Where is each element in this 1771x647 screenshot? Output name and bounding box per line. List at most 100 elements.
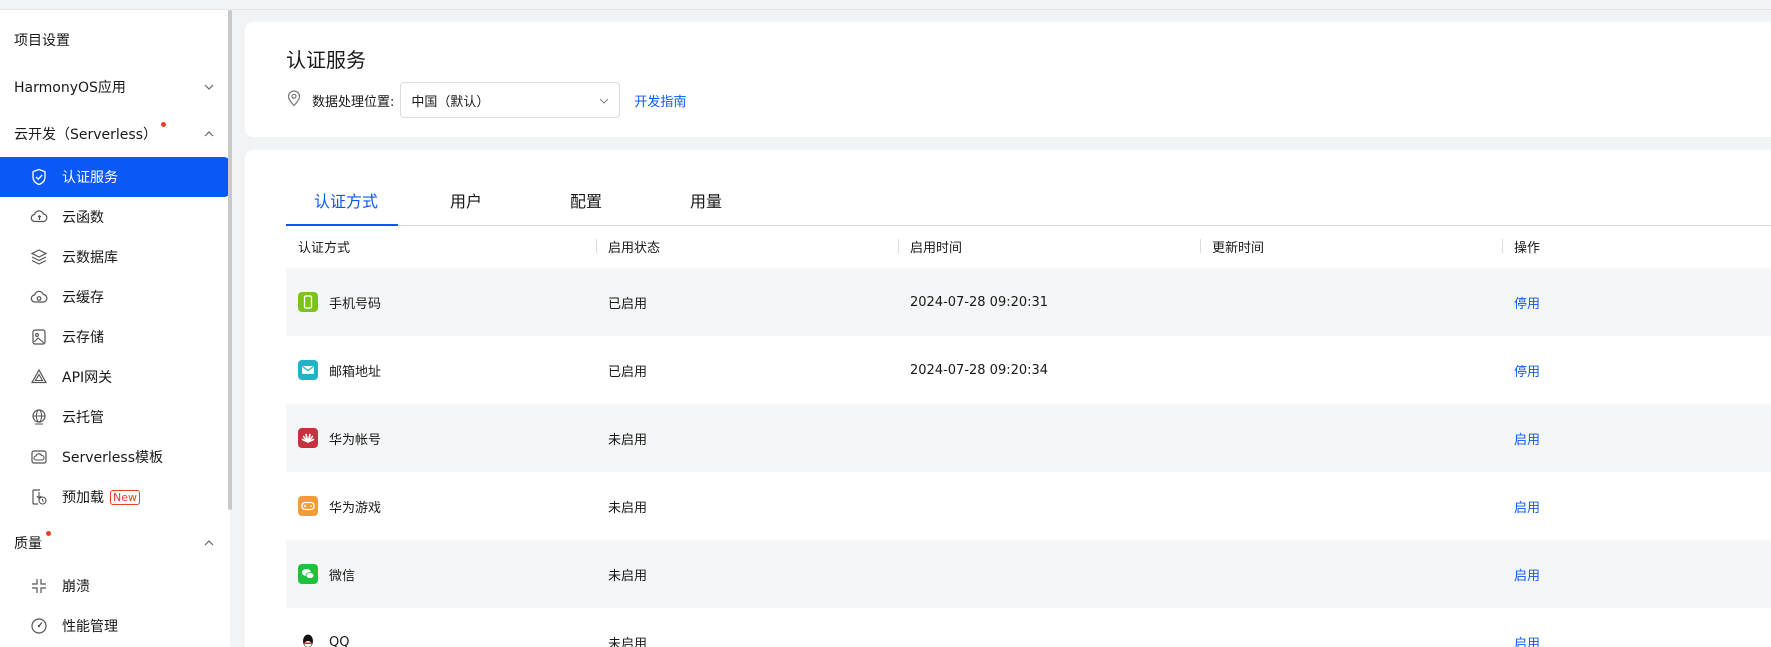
sidebar-item-label: 云缓存 <box>62 290 104 306</box>
location-row: 数据处理位置: 中国（默认） 开发指南 <box>286 82 686 118</box>
cloud-cache-icon <box>30 288 48 306</box>
cell-status: 已启用 <box>608 364 648 380</box>
sidebar-item-auth-service[interactable]: 认证服务 <box>0 157 230 197</box>
cell-status: 未启用 <box>608 500 648 516</box>
tab-users[interactable]: 用户 <box>406 182 526 225</box>
sidebar-item-cloud-function[interactable]: 云函数 <box>0 197 230 237</box>
table-row: QQ 未启用 启用 <box>286 608 1771 647</box>
chevron-up-icon <box>202 536 216 550</box>
column-header: 操作 <box>1502 237 1540 256</box>
tab-bar: 认证方式 用户 配置 用量 <box>286 182 1771 226</box>
action-enable-link[interactable]: 启用 <box>1502 497 1540 516</box>
sidebar-item-label: Serverless模板 <box>62 450 164 466</box>
cell-status: 未启用 <box>608 636 648 647</box>
new-badge: New <box>110 489 140 505</box>
chevron-down-icon <box>599 93 609 108</box>
top-strip <box>0 0 1771 10</box>
cell-enabled-time: 2024-07-28 09:20:34 <box>910 362 1049 378</box>
cell-method: 邮箱地址 <box>329 364 382 380</box>
sidebar-item-cloud-storage[interactable]: 云存储 <box>0 317 230 357</box>
column-header: 启用时间 <box>898 237 1200 256</box>
table-row: 微信 未启用 启用 <box>286 540 1771 608</box>
cell-method: 华为游戏 <box>329 500 382 516</box>
cloud-storage-icon <box>30 328 48 346</box>
sidebar-item-serverless-template[interactable]: Serverless模板 <box>0 437 230 477</box>
sidebar-item-api-gateway[interactable]: API网关 <box>0 357 230 397</box>
preload-icon <box>30 488 48 506</box>
cell-method: 手机号码 <box>329 296 382 312</box>
table-row: 手机号码 已启用 2024-07-28 09:20:31 停用 <box>286 268 1771 336</box>
table-row: 邮箱地址 已启用 2024-07-28 09:20:34 停用 <box>286 336 1771 404</box>
column-header: 认证方式 <box>298 240 351 256</box>
header-card: 认证服务 数据处理位置: 中国（默认） 开发指南 <box>245 22 1771 137</box>
cell-status: 未启用 <box>608 568 648 584</box>
chevron-up-icon <box>202 127 216 141</box>
sidebar: 项目设置 HarmonyOS应用 云开发（Serverless） 认证服务 云函… <box>0 10 230 647</box>
table-row: 华为帐号 未启用 启用 <box>286 404 1771 472</box>
column-header: 启用状态 <box>596 237 898 256</box>
cloud-function-icon <box>30 208 48 226</box>
sidebar-item-label: 云存储 <box>62 330 104 346</box>
cloud-template-icon <box>30 448 48 466</box>
sidebar-item-preload[interactable]: 预加载 New <box>0 477 230 517</box>
page-title: 认证服务 <box>286 48 366 72</box>
sidebar-group-quality[interactable]: 质量 <box>0 519 230 566</box>
sidebar-group-serverless-label: 云开发（Serverless） <box>14 126 158 143</box>
sidebar-project-settings[interactable]: 项目设置 <box>0 16 230 63</box>
location-select[interactable]: 中国（默认） <box>400 82 621 118</box>
main-card: 认证方式 用户 配置 用量 认证方式 启用状态 启用时间 更新时间 操作 手机号… <box>245 150 1771 647</box>
location-pin-icon <box>286 89 302 111</box>
dev-guide-link[interactable]: 开发指南 <box>634 91 686 110</box>
cell-method: 华为帐号 <box>329 432 382 448</box>
cell-method: QQ <box>329 634 350 647</box>
notification-dot <box>46 530 51 536</box>
table-header: 认证方式 启用状态 启用时间 更新时间 操作 <box>286 226 1771 266</box>
chevron-down-icon <box>202 80 216 94</box>
phone-icon <box>298 292 318 312</box>
cell-enabled-time: 2024-07-28 09:20:31 <box>910 294 1049 310</box>
action-enable-link[interactable]: 启用 <box>1502 565 1540 584</box>
sidebar-item-crash[interactable]: 崩溃 <box>0 566 230 606</box>
cell-status: 已启用 <box>608 296 648 312</box>
gamepad-icon <box>298 496 318 516</box>
sidebar-item-cloud-database[interactable]: 云数据库 <box>0 237 230 277</box>
sidebar-project-settings-label: 项目设置 <box>14 32 70 49</box>
sidebar-group-harmonyos-label: HarmonyOS应用 <box>14 79 126 96</box>
sidebar-item-label: 云数据库 <box>62 250 118 266</box>
location-label: 数据处理位置: <box>312 94 395 110</box>
cell-status: 未启用 <box>608 432 648 448</box>
action-disable-link[interactable]: 停用 <box>1502 293 1540 312</box>
tab-config[interactable]: 配置 <box>526 182 646 225</box>
action-disable-link[interactable]: 停用 <box>1502 361 1540 380</box>
action-enable-link[interactable]: 启用 <box>1502 633 1540 647</box>
sidebar-item-label: 预加载 <box>62 490 104 506</box>
huawei-icon <box>298 428 318 448</box>
sidebar-group-harmonyos[interactable]: HarmonyOS应用 <box>0 63 230 110</box>
notification-dot <box>161 121 167 127</box>
sidebar-group-serverless[interactable]: 云开发（Serverless） <box>0 110 230 157</box>
api-gateway-icon <box>30 368 48 386</box>
mail-icon <box>298 360 318 380</box>
cell-method: 微信 <box>329 568 356 584</box>
sidebar-item-cloud-hosting[interactable]: 云托管 <box>0 397 230 437</box>
sidebar-item-label: 崩溃 <box>62 579 90 595</box>
globe-icon <box>30 408 48 426</box>
location-select-value: 中国（默认） <box>411 94 490 110</box>
database-layers-icon <box>30 248 48 266</box>
table-row: 华为游戏 未启用 启用 <box>286 472 1771 540</box>
action-enable-link[interactable]: 启用 <box>1502 429 1540 448</box>
sidebar-item-performance[interactable]: 性能管理 <box>0 606 230 646</box>
crash-icon <box>30 577 48 595</box>
sidebar-item-label: 云函数 <box>62 210 104 226</box>
sidebar-scrollbar[interactable] <box>228 10 232 510</box>
sidebar-item-label: 云托管 <box>62 410 104 426</box>
sidebar-item-cloud-cache[interactable]: 云缓存 <box>0 277 230 317</box>
sidebar-item-label: 认证服务 <box>62 170 118 186</box>
gauge-icon <box>30 617 48 635</box>
sidebar-item-label: API网关 <box>62 370 113 386</box>
tab-auth-methods[interactable]: 认证方式 <box>286 182 406 226</box>
shield-check-icon <box>30 168 48 186</box>
wechat-icon <box>298 564 318 584</box>
sidebar-group-quality-label: 质量 <box>14 535 42 552</box>
tab-usage[interactable]: 用量 <box>646 182 766 225</box>
